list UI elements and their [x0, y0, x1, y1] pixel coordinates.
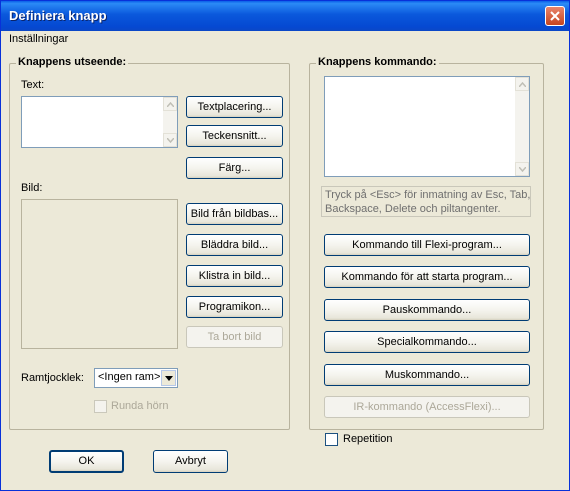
chevron-down-icon	[519, 167, 526, 172]
menu-bar: Inställningar	[1, 31, 569, 49]
ir-command-button[interactable]: IR-kommando (AccessFlexi)...	[324, 396, 530, 418]
frame-thickness-value: <Ingen ram>	[98, 371, 161, 383]
font-button[interactable]: Teckensnitt...	[186, 125, 283, 147]
start-program-command-button[interactable]: Kommando för att starta program...	[324, 266, 530, 288]
paste-image-button[interactable]: Klistra in bild...	[186, 265, 283, 287]
pause-command-button[interactable]: Pauskommando...	[324, 299, 530, 321]
remove-image-button[interactable]: Ta bort bild	[186, 326, 283, 348]
image-preview	[21, 199, 178, 349]
dropdown-button[interactable]	[161, 370, 176, 386]
color-button[interactable]: Färg...	[186, 157, 283, 179]
close-button[interactable]	[545, 6, 565, 26]
scroll-down-button[interactable]	[163, 133, 177, 147]
text-placement-button[interactable]: Textplacering...	[186, 96, 283, 118]
appearance-heading: Knappens utseende:	[16, 56, 129, 68]
scroll-up-button[interactable]	[163, 97, 177, 111]
menu-installningar[interactable]: Inställningar	[9, 33, 68, 45]
text-scrollbar[interactable]	[163, 97, 177, 147]
round-corners-checkbox[interactable]	[94, 400, 107, 413]
command-scrollbar[interactable]	[515, 77, 529, 176]
chevron-up-icon	[167, 102, 174, 107]
round-corners-label: Runda hörn	[111, 400, 169, 412]
frame-thickness-label: Ramtjocklek:	[21, 372, 84, 384]
close-icon	[550, 11, 560, 21]
scroll-down-button[interactable]	[515, 162, 529, 176]
cancel-button[interactable]: Avbryt	[153, 450, 228, 473]
frame-thickness-select[interactable]: <Ingen ram>	[94, 368, 178, 388]
dialog-window: Definiera knapp Inställningar Knappens u…	[0, 0, 570, 491]
mouse-command-button[interactable]: Muskommando...	[324, 364, 530, 386]
ok-button[interactable]: OK	[49, 450, 124, 473]
command-hint: Tryck på <Esc> för inmatning av Esc, Tab…	[325, 189, 531, 215]
flexi-command-button[interactable]: Kommando till Flexi-program...	[324, 234, 530, 256]
command-heading: Knappens kommando:	[316, 56, 439, 68]
chevron-down-icon	[165, 376, 173, 381]
repetition-label: Repetition	[343, 433, 393, 445]
image-from-db-button[interactable]: Bild från bildbas...	[186, 203, 283, 225]
image-label: Bild:	[21, 182, 43, 194]
special-command-button[interactable]: Specialkommando...	[324, 331, 530, 353]
title-bar[interactable]: Definiera knapp	[1, 1, 569, 31]
repetition-checkbox[interactable]	[325, 433, 338, 446]
program-icon-button[interactable]: Programikon...	[186, 296, 283, 318]
chevron-down-icon	[167, 138, 174, 143]
scroll-up-button[interactable]	[515, 77, 529, 91]
text-label: Text:	[21, 79, 45, 91]
browse-image-button[interactable]: Bläddra bild...	[186, 234, 283, 256]
button-text-input[interactable]	[21, 96, 178, 148]
chevron-up-icon	[519, 82, 526, 87]
command-input[interactable]	[324, 76, 530, 177]
window-title: Definiera knapp	[9, 8, 107, 23]
